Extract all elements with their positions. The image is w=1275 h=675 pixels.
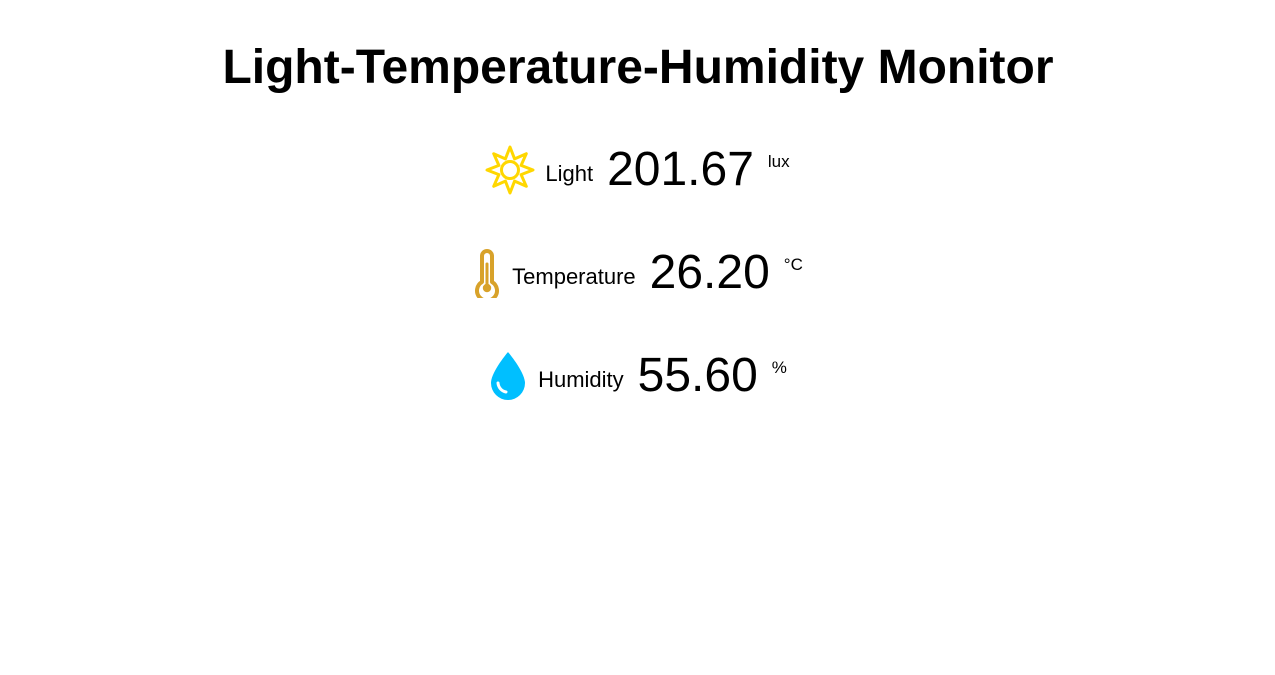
- light-value: 201.67: [607, 143, 754, 196]
- sun-icon: [485, 145, 535, 195]
- temperature-label: Temperature: [512, 264, 636, 289]
- page-title: Light-Temperature-Humidity Monitor: [222, 41, 1054, 94]
- humidity-value: 55.60: [637, 349, 758, 402]
- temperature-reading: Temperature 26.20 °C: [0, 243, 1275, 303]
- light-unit: lux: [767, 152, 790, 171]
- temperature-unit: °C: [783, 255, 803, 274]
- temperature-value: 26.20: [649, 246, 770, 299]
- light-label: Light: [545, 161, 594, 186]
- humidity-unit: %: [771, 358, 787, 377]
- thermometer-icon: [472, 248, 502, 298]
- light-reading: Light 201.67 lux: [0, 140, 1275, 200]
- monitor-page: Light-Temperature-Humidity Monitor Light…: [0, 0, 1275, 675]
- water-drop-icon: [488, 350, 528, 402]
- humidity-label: Humidity: [538, 367, 624, 392]
- humidity-reading: Humidity 55.60 %: [0, 346, 1275, 406]
